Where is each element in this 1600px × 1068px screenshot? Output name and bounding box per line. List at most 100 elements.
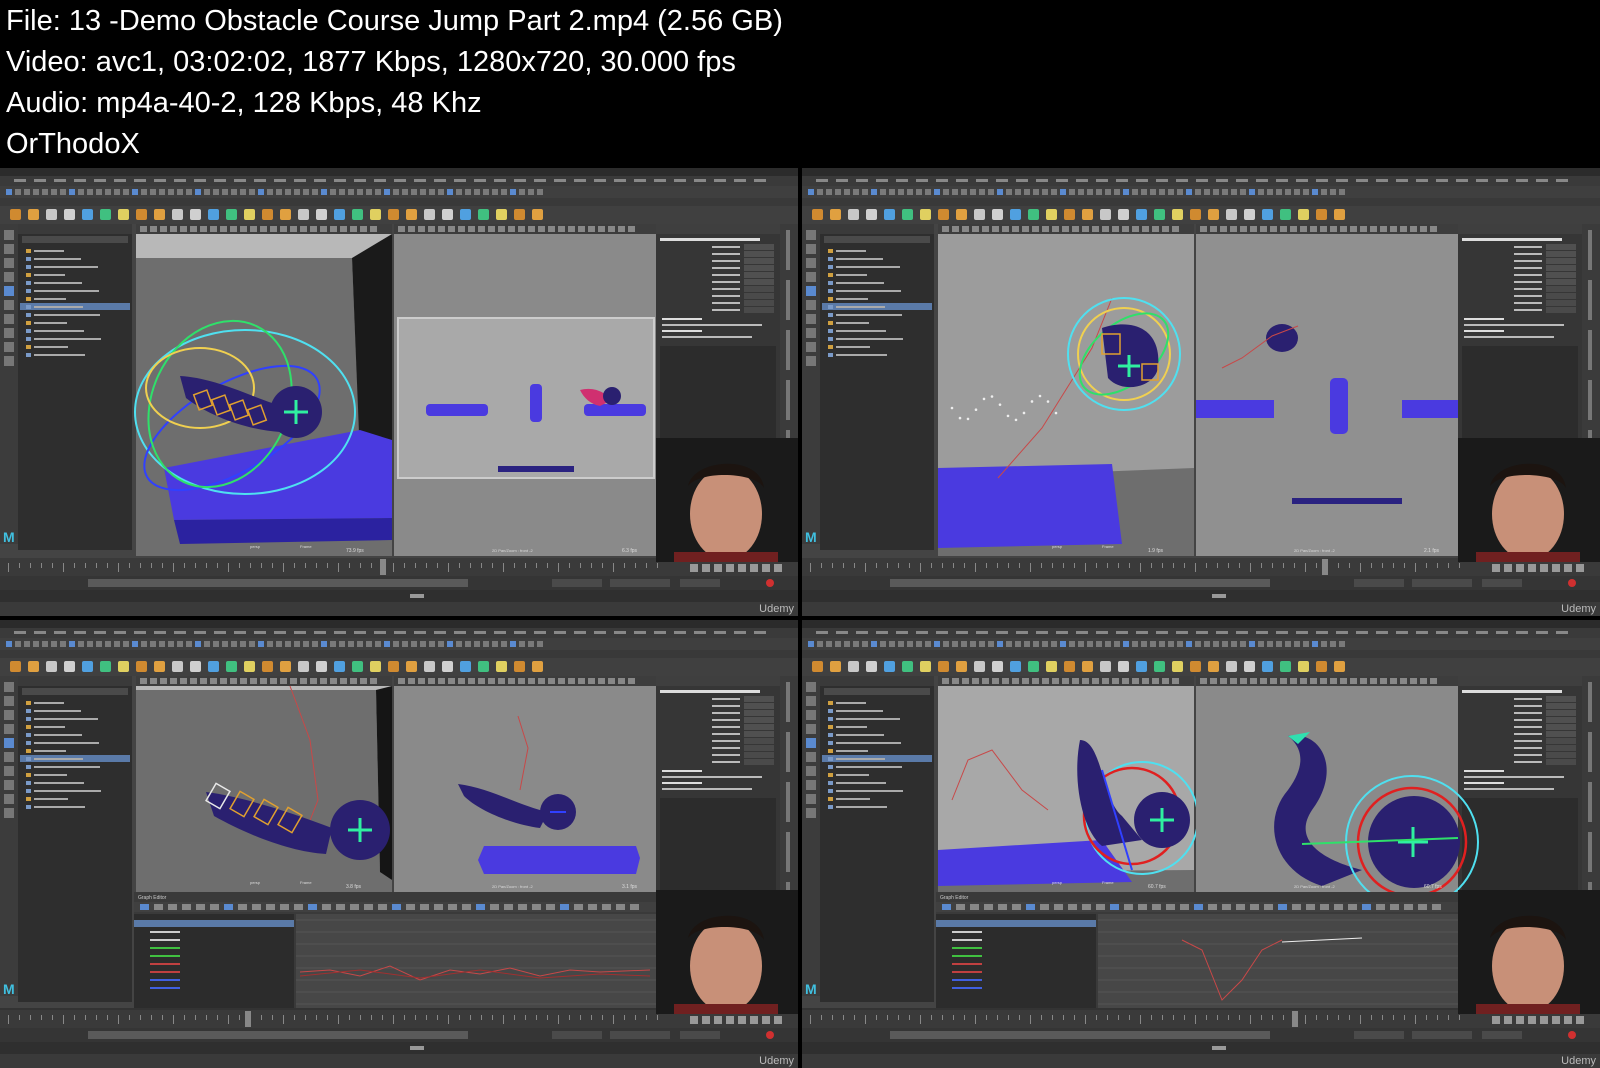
tool-icon[interactable] [4,230,14,240]
status-line-icon[interactable] [1141,641,1147,647]
playback-button[interactable] [1576,1016,1584,1024]
shelf-icon[interactable] [1028,661,1039,672]
panel-toolbar-icon[interactable] [200,226,207,232]
shelf-icon[interactable] [1064,209,1075,220]
panel-toolbar-icon[interactable] [458,226,465,232]
shelf-icon[interactable] [352,661,363,672]
menu-item[interactable] [54,179,66,182]
status-line-icon[interactable] [348,641,354,647]
panel-toolbar-icon[interactable] [160,226,167,232]
panel-toolbar-icon[interactable] [418,226,425,232]
status-line-icon[interactable] [1015,189,1021,195]
tool-icon[interactable] [4,328,14,338]
panel-toolbar-icon[interactable] [350,226,357,232]
menu-item[interactable] [454,179,466,182]
status-line-icon[interactable] [132,189,138,195]
graph-editor-curve-area[interactable] [1098,914,1460,1010]
menu-item[interactable] [1316,179,1328,182]
status-line-icon[interactable] [1033,641,1039,647]
shelf-icon[interactable] [1172,661,1183,672]
panel-toolbar-icon[interactable] [942,226,949,232]
status-line-icon[interactable] [1177,189,1183,195]
menu-item[interactable] [234,179,246,182]
playback-button[interactable] [1540,564,1548,572]
menu-item[interactable] [334,631,346,634]
panel-toolbar-icon[interactable] [618,226,625,232]
graph-editor-tool[interactable] [1320,904,1329,910]
shelf-icon[interactable] [316,661,327,672]
menu-item[interactable] [1156,631,1168,634]
panel-toolbar-icon[interactable] [1400,226,1407,232]
channel-attr-field[interactable] [744,745,774,751]
front-viewport[interactable]: 2D Pan/Zoom : front -2 2.1 fps [1196,224,1458,556]
panel-toolbar-icon[interactable] [1290,678,1297,684]
menu-item[interactable] [816,631,828,634]
status-line-icon[interactable] [159,189,165,195]
status-line-icon[interactable] [411,641,417,647]
panel-toolbar-icon[interactable] [598,678,605,684]
menu-item[interactable] [434,631,446,634]
side-tab[interactable] [786,280,790,320]
tool-icon[interactable] [806,808,816,818]
panel-toolbar-icon[interactable] [1152,226,1159,232]
status-line-icon[interactable] [925,641,931,647]
status-line-icon[interactable] [1150,189,1156,195]
panel-toolbar-icon[interactable] [1082,678,1089,684]
channel-attr-field[interactable] [744,696,774,702]
status-line-icon[interactable] [447,189,453,195]
status-line-icon[interactable] [1042,189,1048,195]
status-line-icon[interactable] [1069,641,1075,647]
menu-item[interactable] [574,179,586,182]
fps-dropdown[interactable] [680,1031,720,1039]
status-line-icon[interactable] [988,641,994,647]
panel-toolbar-icon[interactable] [300,226,307,232]
anim-layer-dropdown[interactable] [1412,579,1472,587]
status-line-icon[interactable] [1204,641,1210,647]
panel-toolbar-icon[interactable] [180,226,187,232]
menu-item[interactable] [1076,179,1088,182]
graph-editor-tool[interactable] [970,904,979,910]
panel-toolbar-icon[interactable] [1350,226,1357,232]
panel-toolbar-icon[interactable] [330,226,337,232]
panel-toolbar-icon[interactable] [1230,678,1237,684]
tool-icon[interactable] [4,300,14,310]
panel-toolbar-icon[interactable] [588,678,595,684]
status-line-icon[interactable] [69,189,75,195]
menu-item[interactable] [274,631,286,634]
status-line-icon[interactable] [1339,189,1345,195]
status-line-icon[interactable] [1258,641,1264,647]
menu-item[interactable] [1016,631,1028,634]
status-line-icon[interactable] [141,641,147,647]
panel-toolbar-icon[interactable] [350,678,357,684]
panel-toolbar-icon[interactable] [1082,226,1089,232]
status-line-icon[interactable] [6,189,12,195]
shelf-icon[interactable] [262,209,273,220]
tool-icon[interactable] [4,752,14,762]
graph-editor-channel[interactable] [150,971,180,973]
panel-toolbar-icon[interactable] [260,678,267,684]
status-line-icon[interactable] [321,641,327,647]
shelf-icon[interactable] [1100,209,1111,220]
side-tab[interactable] [1588,330,1592,370]
status-line-icon[interactable] [384,189,390,195]
status-line-icon[interactable] [492,189,498,195]
channel-attr-field[interactable] [744,724,774,730]
persp-viewport[interactable]: persp 73.9 fps Frame [122,224,392,556]
tool-icon[interactable] [806,286,816,296]
status-line-icon[interactable] [844,641,850,647]
graph-editor-tool[interactable] [504,904,513,910]
status-line-icon[interactable] [438,189,444,195]
status-line-icon[interactable] [330,189,336,195]
menu-item[interactable] [1476,631,1488,634]
shelf-icon[interactable] [1190,209,1201,220]
status-line-icon[interactable] [880,641,886,647]
menu-item[interactable] [916,179,928,182]
status-line-icon[interactable] [1159,189,1165,195]
shelf-icon[interactable] [1226,661,1237,672]
status-line-icon[interactable] [1123,189,1129,195]
panel-toolbar-icon[interactable] [1260,226,1267,232]
panel-toolbar-icon[interactable] [1200,226,1207,232]
panel-toolbar-icon[interactable] [1062,226,1069,232]
panel-toolbar-icon[interactable] [250,226,257,232]
status-line-icon[interactable] [501,189,507,195]
